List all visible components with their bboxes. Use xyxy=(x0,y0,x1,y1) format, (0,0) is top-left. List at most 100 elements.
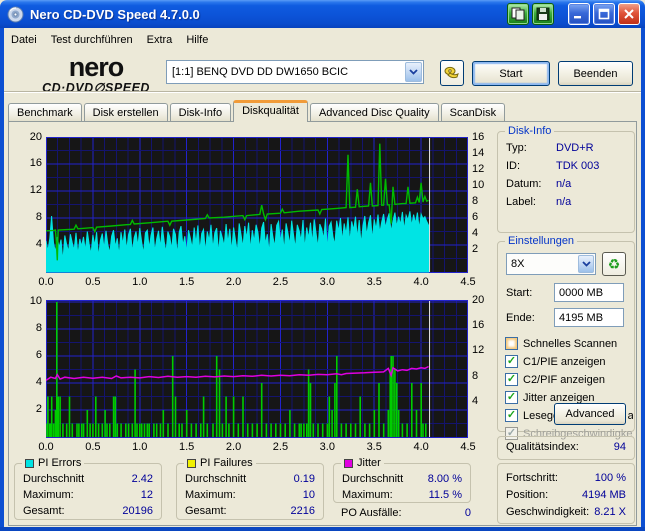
pi-errors-group: PI Errors Durchschnitt 2.42 Maximum: 12 Gesam… xyxy=(14,457,162,520)
tab-scandisk[interactable]: ScanDisk xyxy=(440,103,506,122)
x-tick-label: 4.0 xyxy=(413,441,429,453)
minimize-button[interactable] xyxy=(568,3,590,25)
x-tick-label: 1.0 xyxy=(132,276,148,288)
checkbox-box[interactable]: ✓ xyxy=(505,355,518,368)
pi-failures-title: PI Failures xyxy=(184,457,256,469)
geschwindigkeit-label: Geschwindigkeit: xyxy=(506,506,590,518)
start-button[interactable]: Start xyxy=(472,61,550,86)
nero-logo: nero CD·DVD∅SPEED xyxy=(36,54,156,95)
stat-value: 11.5 % xyxy=(428,489,462,501)
eject-disc-button[interactable] xyxy=(440,60,464,86)
pi-errors-row: Maximum: 12 xyxy=(23,489,153,501)
stat-label: Durchschnitt xyxy=(185,473,247,485)
quality-index-value: 94 xyxy=(613,441,626,453)
pi-errors-title-text: PI Errors xyxy=(38,457,82,469)
tab-benchmark[interactable]: Benchmark xyxy=(8,103,82,122)
fortschritt-label: Fortschritt: xyxy=(506,472,558,484)
copy-chart-button[interactable] xyxy=(507,3,529,25)
progress-row: Position: 4194 MB xyxy=(506,489,626,501)
tab-advanced-disc-quality[interactable]: Advanced Disc Quality xyxy=(309,103,439,122)
disk-info-label: Typ: xyxy=(506,142,527,154)
app-icon xyxy=(7,6,24,22)
tab-disk-info[interactable]: Disk-Info xyxy=(169,103,232,122)
pi-failures-row: Durchschnitt 0.19 xyxy=(185,473,315,485)
chevron-down-icon xyxy=(409,69,418,75)
y2-tick-label: 14 xyxy=(472,147,485,159)
drive-select-value: [1:1] BENQ DVD DD DW1650 BCIC xyxy=(172,66,349,78)
stat-label: Maximum: xyxy=(342,489,393,501)
pi-errors-row: Gesamt: 20196 xyxy=(23,505,153,517)
x-tick-label: 1.0 xyxy=(132,441,148,453)
disk-info-value: TDK 003 xyxy=(556,160,600,172)
y-tick-label: 20 xyxy=(29,131,42,143)
y2-tick-label: 2 xyxy=(472,243,479,255)
disk-info-value: DVD+R xyxy=(556,142,594,154)
checkbox-c1-pie-anzeigen[interactable]: ✓ C1/PIE anzeigen xyxy=(505,353,633,370)
y-tick-label: 16 xyxy=(29,157,42,169)
stat-value: 8.00 % xyxy=(427,473,462,485)
menu-hilfe[interactable]: Hilfe xyxy=(179,32,215,48)
x-tick-label: 0.0 xyxy=(38,276,54,288)
menu-bar: Datei Test durchführen Extra Hilfe xyxy=(4,30,641,49)
drive-select[interactable]: [1:1] BENQ DVD DD DW1650 BCIC xyxy=(166,60,424,84)
advanced-button[interactable]: Advanced xyxy=(554,403,626,425)
window-border-bottom xyxy=(0,527,645,531)
checkbox-box[interactable]: ✓ xyxy=(505,391,518,404)
jitter-group: Jitter Durchschnitt 8.00 % Maximum: 11.5 % xyxy=(333,457,471,503)
x-tick-label: 1.5 xyxy=(179,276,195,288)
x-tick-label: 1.5 xyxy=(179,441,195,453)
checkbox-label: C2/PIF anzeigen xyxy=(523,373,605,386)
disk-info-label: Label: xyxy=(506,196,536,208)
end-field[interactable] xyxy=(554,308,624,327)
pi-errors-row: Durchschnitt 2.42 xyxy=(23,473,153,485)
menu-datei[interactable]: Datei xyxy=(4,32,44,48)
checkbox-c2-pif-anzeigen[interactable]: ✓ C2/PIF anzeigen xyxy=(505,371,633,388)
stat-value: 10 xyxy=(302,489,315,501)
refresh-disc-button[interactable]: ♻ xyxy=(602,252,626,276)
x-tick-label: 3.5 xyxy=(366,276,382,288)
menu-test-durchf-hren[interactable]: Test durchführen xyxy=(44,32,140,48)
quit-button[interactable]: Beenden xyxy=(558,61,633,86)
disk-info-value: n/a xyxy=(556,178,572,190)
pi-failures-row: Maximum: 10 xyxy=(185,489,315,501)
x-tick-label: 0.0 xyxy=(38,441,54,453)
geschwindigkeit-value: 8.21 X xyxy=(594,506,626,518)
copy-icon xyxy=(511,7,525,21)
close-button[interactable] xyxy=(618,3,640,25)
po-failures-row: PO Ausfälle: 0 xyxy=(341,507,471,519)
pi-failures-title-text: PI Failures xyxy=(200,457,253,469)
disk-info-row: ID: TDK 003 xyxy=(506,160,626,172)
maximize-button[interactable] xyxy=(593,3,615,25)
speed-select-arrow[interactable] xyxy=(578,255,594,273)
drive-select-arrow[interactable] xyxy=(405,62,422,82)
y2-tick-label: 8 xyxy=(472,369,479,382)
speed-select[interactable]: 8X xyxy=(506,253,596,275)
speed-select-value: 8X xyxy=(511,258,525,270)
position-value: 4194 MB xyxy=(581,489,626,501)
tab-disk-erstellen[interactable]: Disk erstellen xyxy=(83,103,168,122)
checkbox-box[interactable]: ✓ xyxy=(505,373,518,386)
y2-tick-label: 6 xyxy=(472,211,479,223)
tab-diskqualit-t[interactable]: Diskqualität xyxy=(233,100,308,122)
disk-info-label: ID: xyxy=(506,160,521,172)
checkbox-schnelles-scannen[interactable]: Schnelles Scannen xyxy=(505,335,633,352)
window-border-left xyxy=(0,28,4,531)
checkbox-box[interactable] xyxy=(505,337,518,350)
fortschritt-value: 100 % xyxy=(594,472,626,484)
x-tick-label: 4.5 xyxy=(460,276,476,288)
chevron-down-icon xyxy=(581,261,591,267)
title-bar[interactable]: Nero CD-DVD Speed 4.7.0.0 xyxy=(0,0,645,28)
position-label: Position: xyxy=(506,489,549,501)
pi-errors-chart xyxy=(46,137,468,273)
y2-tick-label: 12 xyxy=(472,163,485,175)
pi-errors-title: PI Errors xyxy=(22,457,85,469)
jitter-title-text: Jitter xyxy=(357,457,381,469)
save-chart-button[interactable] xyxy=(532,3,554,25)
menu-extra[interactable]: Extra xyxy=(140,32,180,48)
checkbox-box[interactable]: ✓ xyxy=(505,409,518,422)
stat-label: Gesamt: xyxy=(185,505,227,517)
x-tick-label: 0.5 xyxy=(85,441,101,453)
x-tick-label: 4.5 xyxy=(460,441,476,453)
y2-tick-label: 12 xyxy=(472,344,485,357)
start-field[interactable] xyxy=(554,283,624,302)
